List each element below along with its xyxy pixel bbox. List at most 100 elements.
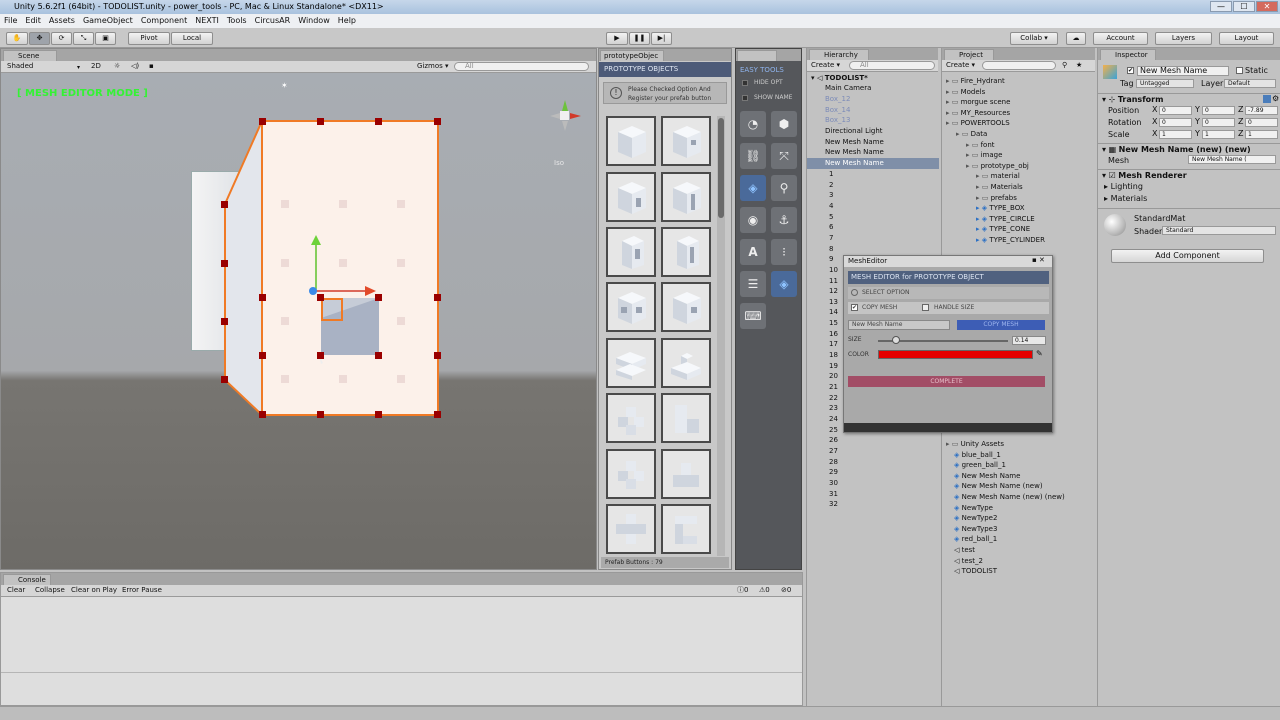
vertex-handle[interactable]	[221, 376, 228, 383]
cube-select-icon[interactable]: ◈	[740, 175, 766, 201]
prefab-stack-button[interactable]	[606, 338, 656, 388]
tag-dropdown[interactable]: Untagged	[1136, 79, 1194, 88]
project-folder-item[interactable]: ▸ ▭ Materials	[976, 182, 1023, 193]
project-folder-item[interactable]: ▸ ◈ TYPE_CYLINDER	[976, 235, 1045, 246]
warning-count-toggle[interactable]: ⚠0	[759, 585, 770, 596]
copy-mesh-checkbox[interactable]: ✔	[851, 304, 858, 311]
console-error-pause-button[interactable]: Error Pause	[122, 585, 162, 596]
anchor-icon[interactable]: ⚓	[771, 207, 797, 233]
vertex-handle[interactable]	[317, 411, 324, 418]
shader-dropdown[interactable]: Standard	[1162, 226, 1276, 235]
size-slider-thumb[interactable]	[892, 336, 901, 344]
menu-nexti[interactable]: NEXTI	[191, 14, 223, 28]
rot-x-field[interactable]: 0	[1159, 118, 1192, 127]
hierarchy-number-item[interactable]: 30	[807, 478, 939, 489]
hierarchy-number-item[interactable]: 3	[807, 190, 939, 201]
size-value-field[interactable]: 0.14	[1012, 336, 1046, 345]
console-log-area[interactable]	[1, 597, 802, 705]
hierarchy-item[interactable]: Box_13	[807, 115, 939, 126]
filter-icon[interactable]: ⚲	[1062, 60, 1067, 71]
box-icon[interactable]: ⬢	[771, 111, 797, 137]
hide-opt-checkbox[interactable]	[742, 80, 748, 86]
project-folder-item[interactable]: ▸ ▭ POWERTOOLS	[946, 118, 1010, 129]
complete-button[interactable]: COMPLETE	[848, 376, 1045, 387]
light-icon[interactable]: ☼	[114, 61, 120, 72]
project-folder-item[interactable]: ▸ ◈ TYPE_CIRCLE	[976, 214, 1035, 225]
vertex-handle[interactable]	[434, 118, 441, 125]
vertex-handle[interactable]	[375, 411, 382, 418]
maximize-button[interactable]: ☐	[1233, 1, 1255, 12]
prefab-slot-button[interactable]	[661, 172, 711, 222]
error-count-toggle[interactable]: ⊘0	[781, 585, 791, 596]
prefab-pillar-slot-button[interactable]	[661, 227, 711, 277]
hierarchy-number-item[interactable]: 26	[807, 435, 939, 446]
project-folder-item[interactable]: ▸ ▭ Data	[956, 129, 987, 140]
add-component-button[interactable]: Add Component	[1111, 249, 1264, 263]
vertex-handle[interactable]	[375, 118, 382, 125]
hierarchy-number-item[interactable]: 6	[807, 222, 939, 233]
project-folder-item[interactable]: ▸ ◈ TYPE_BOX	[976, 203, 1025, 214]
prefab-steps-button[interactable]	[661, 449, 711, 499]
audio-icon[interactable]: ◁)	[131, 61, 139, 72]
rot-y-field[interactable]: 0	[1202, 118, 1235, 127]
project-create-dropdown[interactable]: Create ▾	[946, 60, 975, 71]
menu-circusar[interactable]: CircusAR	[251, 14, 295, 28]
prefab-cube-button[interactable]	[606, 116, 656, 166]
hierarchy-item[interactable]: Directional Light	[807, 126, 939, 137]
step-button[interactable]: ▶|	[651, 32, 672, 45]
console-clear-on-play-button[interactable]: Clear on Play	[71, 585, 117, 596]
tab-project[interactable]: Project	[944, 49, 994, 60]
project-asset-item[interactable]: ◈ NewType2	[954, 513, 997, 524]
keyboard-icon[interactable]: ⌨	[740, 303, 766, 329]
menu-gameobject[interactable]: GameObject	[79, 14, 137, 28]
tab-inspector[interactable]: Inspector	[1100, 49, 1156, 60]
mesh-object[interactable]	[1, 73, 596, 569]
project-folder-item[interactable]: ▸ ▭ Models	[946, 87, 985, 98]
project-asset-item[interactable]: ◈ New Mesh Name	[954, 471, 1020, 482]
object-name-field[interactable]: New Mesh Name	[1137, 66, 1229, 76]
local-toggle[interactable]: Local	[171, 32, 213, 45]
hierarchy-item[interactable]: Main Camera	[807, 83, 939, 94]
mesh-cube-icon[interactable]: ◈	[771, 271, 797, 297]
project-asset-item[interactable]: ◈ NewType3	[954, 524, 997, 535]
rect-tool-icon[interactable]: ▣	[95, 32, 116, 45]
lighting-foldout[interactable]: ▸ Lighting	[1104, 182, 1143, 191]
prefab-window-2-button[interactable]	[661, 282, 711, 332]
handle-size-checkbox[interactable]	[922, 304, 929, 311]
link-icon[interactable]: ⛓	[740, 143, 766, 169]
scl-x-field[interactable]: 1	[1159, 130, 1192, 139]
compass-icon[interactable]: ◔	[740, 111, 766, 137]
pin-icon[interactable]: ⚲	[771, 175, 797, 201]
project-asset-item[interactable]: ◁ TODOLIST	[954, 566, 997, 577]
prefab-hole-button[interactable]	[606, 172, 656, 222]
pos-z-field[interactable]: -7.89	[1245, 106, 1278, 115]
vertex-handle[interactable]	[434, 411, 441, 418]
menu-assets[interactable]: Assets	[45, 14, 79, 28]
star-icon[interactable]: ★	[1076, 60, 1082, 71]
mesh-filter-foldout[interactable]: ▾ ▦ New Mesh Name (new) (new)	[1102, 145, 1251, 154]
mesh-editor-menu-icon[interactable]: ▪ ✕	[1032, 256, 1045, 264]
hierarchy-search-input[interactable]: All	[849, 61, 935, 70]
console-clear-button[interactable]: Clear	[7, 585, 25, 596]
static-checkbox[interactable]	[1236, 67, 1243, 74]
vertex-handle[interactable]	[259, 411, 266, 418]
mesh-name-field[interactable]: New Mesh Name	[848, 320, 950, 330]
scale-tool-icon[interactable]: ⤡	[73, 32, 94, 45]
project-folder-item[interactable]: ▸ ▭ MY_Resources	[946, 108, 1010, 119]
menu-edit[interactable]: Edit	[21, 14, 45, 28]
cloud-icon[interactable]: ☁	[1066, 32, 1086, 45]
play-button[interactable]: ▶	[606, 32, 628, 45]
rotate-tool-icon[interactable]: ⟳	[51, 32, 72, 45]
layers-dropdown[interactable]: Layers	[1155, 32, 1212, 45]
materials-foldout[interactable]: ▸ Materials	[1104, 194, 1147, 203]
project-folder-item[interactable]: ▸ ▭ prefabs	[976, 193, 1017, 204]
gizmos-dropdown[interactable]: Gizmos ▾	[417, 61, 449, 72]
list-icon[interactable]: ☰	[740, 271, 766, 297]
tab-easy[interactable]	[737, 50, 777, 61]
hierarchy-number-item[interactable]: 5	[807, 212, 939, 223]
hierarchy-number-item[interactable]: 7	[807, 233, 939, 244]
move-tool-icon[interactable]: ✥	[29, 32, 50, 45]
project-asset-item[interactable]: ◁ test	[954, 545, 975, 556]
project-asset-item[interactable]: ◈ New Mesh Name (new)	[954, 481, 1043, 492]
project-asset-item[interactable]: ▸ ▭ Unity Assets	[946, 439, 1004, 450]
